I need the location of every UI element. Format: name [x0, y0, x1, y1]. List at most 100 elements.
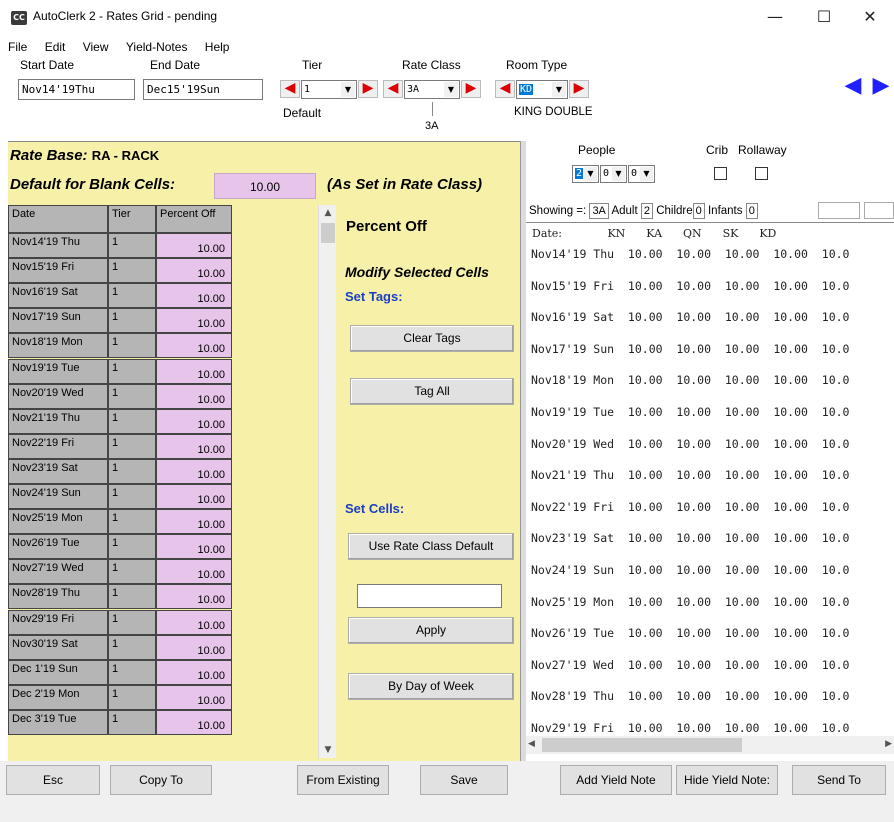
room-rate-row[interactable]: Nov27'19 Wed 10.00 10.00 10.00 10.00 10.…: [531, 658, 850, 672]
room-rates-grid[interactable]: Date: KN KA QN SK KD Nov14'19 Thu 10.00 …: [526, 222, 894, 734]
send-to-button[interactable]: Send To: [792, 765, 886, 795]
grid-date-cell[interactable]: Nov17'19 Sun: [8, 308, 108, 333]
room-type-next-arrow-icon[interactable]: ▶: [569, 80, 589, 98]
grid-percent-cell[interactable]: 10.00: [156, 233, 232, 258]
col-tier-header[interactable]: Tier: [108, 205, 156, 233]
rate-class-prev-arrow-icon[interactable]: ◀: [383, 80, 403, 98]
end-date-input[interactable]: Dec15'19Sun: [143, 79, 263, 100]
grid-tier-cell[interactable]: 1: [108, 534, 156, 559]
grid-percent-cell[interactable]: 10.00: [156, 509, 232, 534]
default-blank-input[interactable]: 10.00: [214, 173, 316, 199]
room-rate-row[interactable]: Nov18'19 Mon 10.00 10.00 10.00 10.00 10.…: [531, 373, 850, 387]
children-select[interactable]: 0 ▼: [600, 165, 627, 183]
hscroll-thumb[interactable]: [542, 738, 742, 752]
grid-tier-cell[interactable]: 1: [108, 635, 156, 660]
room-rate-row[interactable]: Nov28'19 Thu 10.00 10.00 10.00 10.00 10.…: [531, 689, 850, 703]
set-value-input[interactable]: [357, 584, 502, 608]
grid-date-cell[interactable]: Nov24'19 Sun: [8, 484, 108, 509]
grid-tier-cell[interactable]: 1: [108, 233, 156, 258]
grid-date-cell[interactable]: Nov21'19 Thu: [8, 409, 108, 434]
tag-all-button[interactable]: Tag All: [350, 378, 514, 405]
grid-percent-cell[interactable]: 10.00: [156, 434, 232, 459]
grid-percent-cell[interactable]: 10.00: [156, 559, 232, 584]
grid-tier-cell[interactable]: 1: [108, 333, 156, 358]
grid-tier-cell[interactable]: 1: [108, 359, 156, 384]
grid-percent-cell[interactable]: 10.00: [156, 484, 232, 509]
grid-date-cell[interactable]: Nov19'19 Tue: [8, 359, 108, 384]
grid-percent-cell[interactable]: 10.00: [156, 359, 232, 384]
crib-checkbox[interactable]: [714, 167, 727, 180]
grid-date-cell[interactable]: Nov14'19 Thu: [8, 233, 108, 258]
grid-percent-cell[interactable]: 10.00: [156, 258, 232, 283]
room-rate-row[interactable]: Nov14'19 Thu 10.00 10.00 10.00 10.00 10.…: [531, 247, 850, 261]
grid-percent-cell[interactable]: 10.00: [156, 409, 232, 434]
grid-tier-cell[interactable]: 1: [108, 459, 156, 484]
grid-percent-cell[interactable]: 10.00: [156, 333, 232, 358]
grid-date-cell[interactable]: Nov30'19 Sat: [8, 635, 108, 660]
grid-tier-cell[interactable]: 1: [108, 710, 156, 735]
menu-yield-notes[interactable]: Yield-Notes: [126, 40, 188, 54]
grid-date-cell[interactable]: Nov25'19 Mon: [8, 509, 108, 534]
start-date-input[interactable]: Nov14'19Thu: [18, 79, 135, 100]
minimize-icon[interactable]: —: [760, 6, 790, 28]
grid-date-cell[interactable]: Nov20'19 Wed: [8, 384, 108, 409]
scroll-right-icon[interactable]: ▶: [885, 738, 892, 749]
close-icon[interactable]: ✕: [855, 6, 885, 28]
room-rate-row[interactable]: Nov22'19 Fri 10.00 10.00 10.00 10.00 10.…: [531, 500, 850, 514]
col-date-header[interactable]: Date: [8, 205, 108, 233]
next-period-icon[interactable]: ▶: [868, 73, 894, 99]
grid-tier-cell[interactable]: 1: [108, 584, 156, 609]
room-rate-row[interactable]: Nov26'19 Tue 10.00 10.00 10.00 10.00 10.…: [531, 626, 850, 640]
grid-percent-cell[interactable]: 10.00: [156, 308, 232, 333]
tier-next-arrow-icon[interactable]: ▶: [358, 80, 378, 98]
room-rates-hscroll[interactable]: ◀ ▶: [526, 736, 894, 754]
room-rate-row[interactable]: Nov17'19 Sun 10.00 10.00 10.00 10.00 10.…: [531, 342, 850, 356]
grid-percent-cell[interactable]: 10.00: [156, 584, 232, 609]
maximize-icon[interactable]: ☐: [809, 6, 839, 28]
grid-date-cell[interactable]: Nov27'19 Wed: [8, 559, 108, 584]
room-type-prev-arrow-icon[interactable]: ◀: [495, 80, 515, 98]
room-rate-row[interactable]: Nov16'19 Sat 10.00 10.00 10.00 10.00 10.…: [531, 310, 850, 324]
adults-select[interactable]: 2 ▼: [572, 165, 599, 183]
room-type-select[interactable]: KD ▼: [516, 80, 568, 99]
scroll-down-icon[interactable]: ▼: [319, 742, 337, 758]
grid-date-cell[interactable]: Dec 1'19 Sun: [8, 660, 108, 685]
grid-percent-cell[interactable]: 10.00: [156, 685, 232, 710]
use-default-button[interactable]: Use Rate Class Default: [348, 533, 514, 560]
grid-tier-cell[interactable]: 1: [108, 610, 156, 635]
grid-percent-cell[interactable]: 10.00: [156, 384, 232, 409]
grid-tier-cell[interactable]: 1: [108, 308, 156, 333]
grid-date-cell[interactable]: Nov28'19 Thu: [8, 584, 108, 609]
grid-tier-cell[interactable]: 1: [108, 409, 156, 434]
grid-percent-cell[interactable]: 10.00: [156, 534, 232, 559]
grid-percent-cell[interactable]: 10.00: [156, 283, 232, 308]
grid-percent-cell[interactable]: 10.00: [156, 635, 232, 660]
scroll-up-icon[interactable]: ▲: [319, 205, 337, 221]
infants-select[interactable]: 0 ▼: [628, 165, 655, 183]
room-rate-row[interactable]: Nov20'19 Wed 10.00 10.00 10.00 10.00 10.…: [531, 437, 850, 451]
grid-date-cell[interactable]: Nov26'19 Tue: [8, 534, 108, 559]
grid-date-cell[interactable]: Dec 2'19 Mon: [8, 685, 108, 710]
grid-tier-cell[interactable]: 1: [108, 559, 156, 584]
rate-class-next-arrow-icon[interactable]: ▶: [461, 80, 481, 98]
rate-class-select[interactable]: 3A ▼: [404, 80, 460, 99]
grid-tier-cell[interactable]: 1: [108, 283, 156, 308]
col-percent-header[interactable]: Percent Off: [156, 205, 232, 233]
grid-percent-cell[interactable]: 10.00: [156, 710, 232, 735]
room-rate-row[interactable]: Nov19'19 Tue 10.00 10.00 10.00 10.00 10.…: [531, 405, 850, 419]
tier-select[interactable]: 1 ▼: [301, 80, 357, 99]
grid-percent-cell[interactable]: 10.00: [156, 660, 232, 685]
grid-tier-cell[interactable]: 1: [108, 484, 156, 509]
grid-percent-cell[interactable]: 10.00: [156, 459, 232, 484]
grid-percent-cell[interactable]: 10.00: [156, 610, 232, 635]
esc-button[interactable]: Esc: [6, 765, 100, 795]
grid-tier-cell[interactable]: 1: [108, 434, 156, 459]
rollaway-checkbox[interactable]: [755, 167, 768, 180]
grid-tier-cell[interactable]: 1: [108, 509, 156, 534]
grid-date-cell[interactable]: Dec 3'19 Tue: [8, 710, 108, 735]
room-rate-row[interactable]: Nov25'19 Mon 10.00 10.00 10.00 10.00 10.…: [531, 595, 850, 609]
room-rate-row[interactable]: Nov23'19 Sat 10.00 10.00 10.00 10.00 10.…: [531, 531, 850, 545]
prev-period-icon[interactable]: ◀: [840, 73, 866, 99]
grid-tier-cell[interactable]: 1: [108, 384, 156, 409]
save-button[interactable]: Save: [420, 765, 508, 795]
